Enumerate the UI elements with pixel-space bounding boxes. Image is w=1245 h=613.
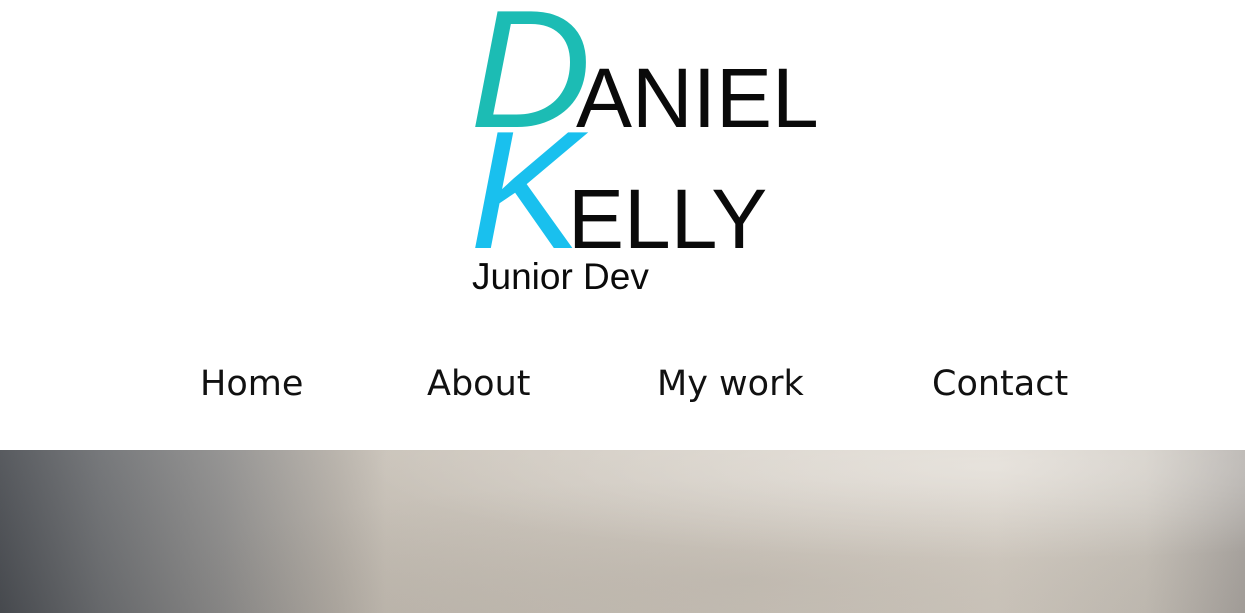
nav-my-work-link[interactable]: My work <box>657 358 804 410</box>
logo-graphic: D ANIEL K ELLY Junior Dev <box>470 0 819 297</box>
logo-subtitle: Junior Dev <box>472 256 649 297</box>
logo-name-first: ANIEL <box>576 51 819 145</box>
nav-contact-link[interactable]: Contact <box>932 358 1068 410</box>
site-logo[interactable]: D ANIEL K ELLY Junior Dev <box>0 0 1245 310</box>
nav-home-link[interactable]: Home <box>200 358 303 410</box>
logo-name-last: ELLY <box>568 172 767 266</box>
hero-image-shading <box>0 450 1245 613</box>
main-nav: Home About My work Contact <box>0 358 1245 414</box>
nav-about-link[interactable]: About <box>427 358 530 410</box>
hero-image <box>0 450 1245 613</box>
